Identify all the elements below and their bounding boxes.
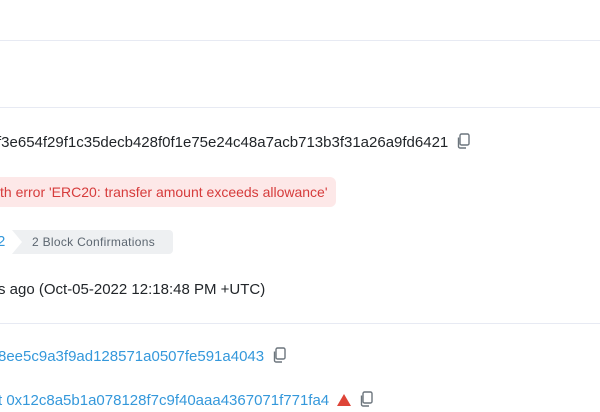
status-error-badge: th error 'ERC20: transfer amount exceeds… <box>0 177 336 207</box>
copy-from-icon[interactable] <box>272 347 286 363</box>
block-confirmations-label: 2 Block Confirmations <box>32 235 156 249</box>
divider-top <box>0 40 600 41</box>
from-address-row: 8ee5c9a3f9ad128571a0507fe591a4043 <box>0 347 286 367</box>
copy-hash-icon[interactable] <box>456 133 470 149</box>
transaction-hash-row: f3e654f29f1c35decb428f0f1e75e24c48a7acb7… <box>0 133 470 153</box>
divider-lower <box>0 323 600 324</box>
divider-middle <box>0 107 600 108</box>
block-confirmations-badge: 2 Block Confirmations <box>12 230 173 254</box>
transaction-hash[interactable]: f3e654f29f1c35decb428f0f1e75e24c48a7acb7… <box>0 134 448 151</box>
warning-icon <box>337 392 352 406</box>
block-number-link[interactable]: 2 <box>0 231 5 253</box>
timestamp: s ago (Oct-05-2022 12:18:48 PM +UTC) <box>0 281 266 298</box>
from-address-link[interactable]: 8ee5c9a3f9ad128571a0507fe591a4043 <box>0 348 264 365</box>
copy-to-icon[interactable] <box>359 391 373 407</box>
to-address-link[interactable]: t 0x12c8a5b1a078128f7c9f40aaa4367071f771… <box>0 392 329 409</box>
to-address-row: t 0x12c8a5b1a078128f7c9f40aaa4367071f771… <box>0 391 373 411</box>
